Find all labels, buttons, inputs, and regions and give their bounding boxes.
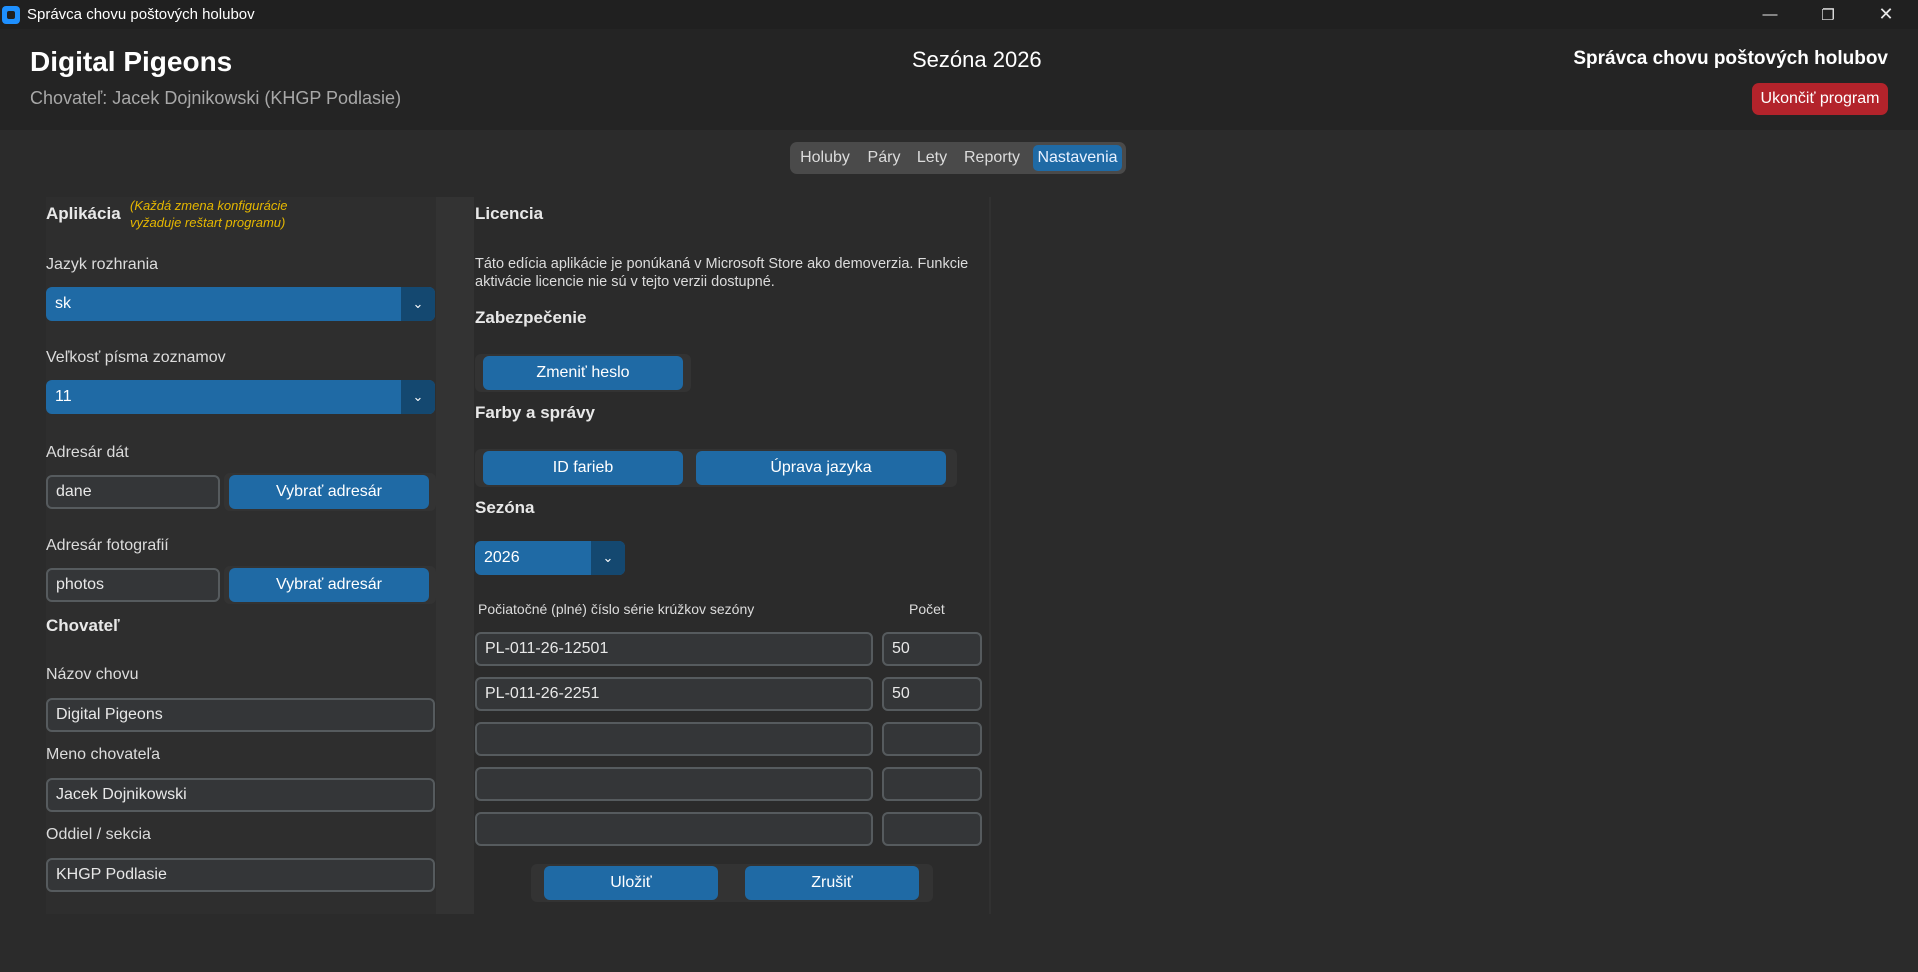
ring-count-input[interactable] bbox=[882, 722, 982, 756]
app-header bbox=[0, 29, 1918, 130]
restart-note: (Každá zmena konfigurácie vyžaduje rešta… bbox=[130, 198, 288, 230]
select-data-dir-button[interactable]: Vybrať adresár bbox=[229, 475, 429, 509]
license-text: Táto edícia aplikácie je ponúkaná v Micr… bbox=[475, 256, 969, 290]
close-button[interactable]: ✕ bbox=[1857, 0, 1915, 29]
ring-series-input[interactable] bbox=[475, 767, 873, 801]
colors-section-title: Farby a správy bbox=[475, 403, 596, 422]
tab-pigeons[interactable]: Holuby bbox=[794, 145, 856, 171]
season-value: 2026 bbox=[484, 549, 520, 566]
brand-title: Digital Pigeons bbox=[30, 46, 233, 77]
language-select[interactable]: sk ⌄ bbox=[46, 287, 435, 321]
ring-series-input[interactable] bbox=[475, 722, 873, 756]
ring-series-input[interactable]: PL-011-26-2251 bbox=[475, 677, 873, 711]
season-title: Sezóna 2026 bbox=[912, 47, 1042, 72]
language-label: Jazyk rozhrania bbox=[46, 256, 159, 273]
window-titlebar bbox=[0, 0, 1918, 29]
app-title: Správca chovu poštových holubov bbox=[1573, 48, 1888, 69]
font-size-select[interactable]: 11 ⌄ bbox=[46, 380, 435, 414]
font-size-label: Veľkosť písma zoznamov bbox=[46, 349, 226, 366]
chevron-down-icon[interactable]: ⌄ bbox=[401, 287, 435, 321]
restore-button[interactable]: ❐ bbox=[1799, 0, 1857, 29]
tab-reports[interactable]: Reporty bbox=[960, 145, 1024, 171]
breeder-name-input[interactable]: Jacek Dojnikowski bbox=[46, 778, 435, 812]
minimize-button[interactable]: — bbox=[1741, 0, 1799, 29]
ring-series-input[interactable] bbox=[475, 812, 873, 846]
select-photo-dir-button[interactable]: Vybrať adresár bbox=[229, 568, 429, 602]
edit-language-button[interactable]: Úprava jazyka bbox=[696, 451, 946, 485]
quit-button[interactable]: Ukončiť program bbox=[1752, 83, 1888, 115]
section-label: Oddiel / sekcia bbox=[46, 826, 151, 843]
ring-count-input[interactable]: 50 bbox=[882, 677, 982, 711]
font-size-value: 11 bbox=[55, 388, 72, 405]
ring-series-header: Počiatočné (plné) číslo série krúžkov se… bbox=[478, 601, 755, 617]
license-section-title: Licencia bbox=[475, 204, 544, 223]
count-header: Počet bbox=[909, 601, 945, 617]
photo-dir-label: Adresár fotografií bbox=[46, 537, 169, 554]
breeder-info: Chovateľ: Jacek Dojnikowski (KHGP Podlas… bbox=[30, 88, 402, 108]
change-password-button[interactable]: Zmeniť heslo bbox=[483, 356, 683, 390]
cancel-button[interactable]: Zrušiť bbox=[745, 866, 919, 900]
save-button[interactable]: Uložiť bbox=[544, 866, 718, 900]
panel-scrollbar-track[interactable] bbox=[436, 197, 474, 914]
breeder-section-title: Chovateľ bbox=[46, 616, 120, 635]
ring-count-input[interactable]: 50 bbox=[882, 632, 982, 666]
app-section-title: Aplikácia bbox=[46, 204, 121, 223]
ring-series-input[interactable]: PL-011-26-12501 bbox=[475, 632, 873, 666]
tab-pairs[interactable]: Páry bbox=[860, 145, 908, 171]
ring-count-input[interactable] bbox=[882, 812, 982, 846]
photo-dir-input[interactable]: photos bbox=[46, 568, 220, 602]
color-ids-button[interactable]: ID farieb bbox=[483, 451, 683, 485]
language-value: sk bbox=[55, 295, 71, 312]
data-dir-label: Adresár dát bbox=[46, 444, 129, 461]
window-title: Správca chovu poštových holubov bbox=[27, 6, 255, 23]
season-select[interactable]: 2026 ⌄ bbox=[475, 541, 625, 575]
loft-name-label: Názov chovu bbox=[46, 666, 139, 683]
data-dir-input[interactable]: dane bbox=[46, 475, 220, 509]
tab-settings[interactable]: Nastavenia bbox=[1033, 145, 1122, 171]
breeder-name-label: Meno chovateľa bbox=[46, 746, 161, 763]
ring-count-input[interactable] bbox=[882, 767, 982, 801]
tab-flights[interactable]: Lety bbox=[912, 145, 952, 171]
chevron-down-icon[interactable]: ⌄ bbox=[591, 541, 625, 575]
chevron-down-icon[interactable]: ⌄ bbox=[401, 380, 435, 414]
section-input[interactable]: KHGP Podlasie bbox=[46, 858, 435, 892]
security-section-title: Zabezpečenie bbox=[475, 308, 587, 327]
app-icon bbox=[2, 6, 20, 24]
season-section-title: Sezóna bbox=[475, 498, 535, 517]
loft-name-input[interactable]: Digital Pigeons bbox=[46, 698, 435, 732]
